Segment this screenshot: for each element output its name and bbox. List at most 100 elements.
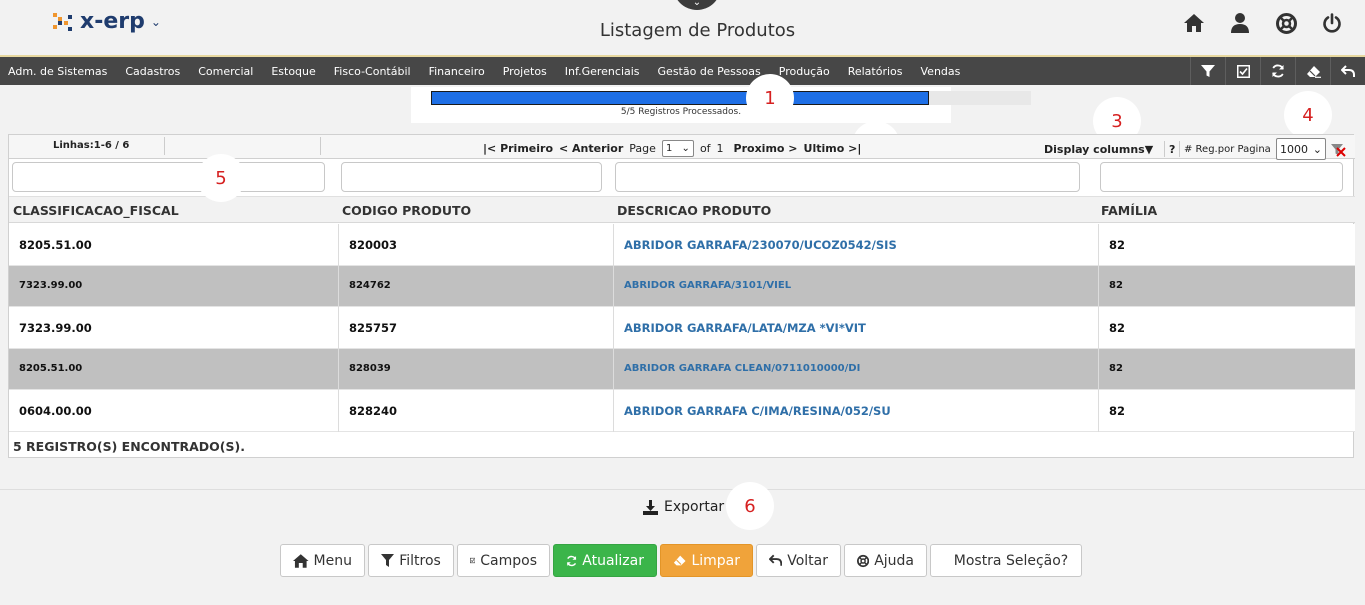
checkbox-icon xyxy=(470,557,476,564)
progress-label: 5/5 Registros Processados. xyxy=(620,107,742,117)
page-select[interactable]: 1 ⌄ xyxy=(661,140,694,157)
display-columns-dropdown[interactable]: Display columns▼ xyxy=(1044,143,1153,156)
cell-codigo: 824762 xyxy=(349,280,391,291)
voltar-button-label: Voltar xyxy=(787,552,828,569)
table-row[interactable]: 0604.00.00 828240 ABRIDOR GARRAFA C/IMA/RE… xyxy=(9,390,1355,432)
filter-input-descricao[interactable] xyxy=(615,162,1080,192)
table-row[interactable]: 8205.51.00 820003 ABRIDOR GARRAFA/230070/U… xyxy=(9,224,1355,266)
export-button[interactable]: Exportar xyxy=(643,499,724,515)
action-button-bar: Menu Filtros Campos Atualizar Limpar Vol… xyxy=(280,544,1082,577)
campos-button[interactable]: Campos xyxy=(457,544,550,577)
atualizar-button-label: Atualizar xyxy=(582,552,644,569)
table-header: CLASSIFICACAO_FISCAL CODIGO PRODUTO DESC… xyxy=(9,197,1355,223)
menu-item-financeiro[interactable]: Financeiro xyxy=(421,65,495,78)
home-icon[interactable] xyxy=(1181,10,1207,36)
refresh-icon xyxy=(566,555,577,566)
next-page-link[interactable]: Proximo > xyxy=(734,142,798,155)
table-row[interactable]: 8205.51.00 828039 ABRIDOR GARRAFA CLEAN/07… xyxy=(9,349,1355,390)
total-pages: 1 xyxy=(716,142,724,155)
column-header-codigo[interactable]: CODIGO PRODUTO xyxy=(342,203,471,218)
cell-classificacao: 7323.99.00 xyxy=(19,321,92,335)
cell-codigo: 825757 xyxy=(349,321,398,335)
chevron-down-icon: ⌄ xyxy=(692,0,702,8)
export-label: Exportar xyxy=(664,499,725,515)
cell-descricao[interactable]: ABRIDOR GARRAFA/3101/VIEL xyxy=(624,280,791,291)
checkbox-icon[interactable] xyxy=(1225,57,1260,85)
menu-button-label: Menu xyxy=(313,552,352,569)
cell-codigo: 828039 xyxy=(349,363,391,374)
first-page-link[interactable]: |< Primeiro xyxy=(483,142,553,155)
filter-icon xyxy=(381,554,395,567)
cell-classificacao: 8205.51.00 xyxy=(19,363,83,374)
menu-item-relatorios[interactable]: Relatórios xyxy=(840,65,913,78)
power-icon[interactable] xyxy=(1319,10,1345,36)
table-row[interactable]: 7323.99.00 824762 ABRIDOR GARRAFA/3101/VIE… xyxy=(9,266,1355,307)
annotation-badge-4: 4 xyxy=(1284,91,1332,139)
menu-item-projetos[interactable]: Projetos xyxy=(495,65,557,78)
filtros-button-label: Filtros xyxy=(399,552,441,569)
filter-icon[interactable] xyxy=(1190,57,1225,85)
column-header-classificacao[interactable]: CLASSIFICACAO_FISCAL xyxy=(13,203,179,218)
cell-descricao[interactable]: ABRIDOR GARRAFA/LATA/MZA *VI*VIT xyxy=(624,321,866,335)
help-lifebuoy-icon[interactable] xyxy=(1273,10,1299,36)
annotation-badge-6: 6 xyxy=(726,482,774,530)
help-lifebuoy-icon xyxy=(857,554,870,567)
menu-button[interactable]: Menu xyxy=(280,544,365,577)
cell-descricao[interactable]: ABRIDOR GARRAFA C/IMA/RESINA/052/SU xyxy=(624,404,891,418)
cell-familia: 82 xyxy=(1109,363,1123,374)
cell-codigo: 820003 xyxy=(349,238,398,252)
menu-item-producao[interactable]: Produção xyxy=(771,65,840,78)
cell-familia: 82 xyxy=(1109,321,1126,335)
cell-familia: 82 xyxy=(1109,404,1126,418)
page-select-value: 1 xyxy=(665,143,673,154)
chevron-down-icon: ⌄ xyxy=(1312,142,1322,156)
annotation-badge-5: 5 xyxy=(197,154,245,202)
mostra-selecao-button[interactable]: Mostra Seleção? xyxy=(930,544,1082,577)
collapse-tab[interactable]: ⌄ xyxy=(673,0,721,10)
menu-item-inf-gerenciais[interactable]: Inf.Gerenciais xyxy=(557,65,650,78)
reg-per-page-value: 1000 xyxy=(1280,142,1308,156)
limpar-button[interactable]: Limpar xyxy=(660,544,753,577)
progress-bar-fill xyxy=(431,91,929,105)
progress-bar xyxy=(431,91,1031,105)
undo-icon[interactable] xyxy=(1330,57,1365,85)
cell-codigo: 828240 xyxy=(349,404,398,418)
prev-page-link[interactable]: < Anterior xyxy=(559,142,623,155)
menu-item-gestao-pessoas[interactable]: Gestão de Pessoas xyxy=(650,65,771,78)
column-header-descricao[interactable]: DESCRICAO PRODUTO xyxy=(617,203,771,218)
menu-item-cadastros[interactable]: Cadastros xyxy=(117,65,190,78)
voltar-button[interactable]: Voltar xyxy=(756,544,841,577)
menu-item-comercial[interactable]: Comercial xyxy=(190,65,263,78)
filter-input-classificacao[interactable] xyxy=(12,162,325,192)
filtros-button[interactable]: Filtros xyxy=(368,544,454,577)
main-menu-bar: Adm. de Sistemas Cadastros Comercial Est… xyxy=(0,55,1365,85)
menu-item-vendas[interactable]: Vendas xyxy=(913,65,971,78)
menu-item-fisco-contabil[interactable]: Fisco-Contábil xyxy=(326,65,421,78)
help-button[interactable]: ? xyxy=(1169,143,1175,156)
limpar-button-label: Limpar xyxy=(691,552,740,569)
lines-count: Linhas:1-6 / 6 xyxy=(53,140,130,151)
cell-descricao[interactable]: ABRIDOR GARRAFA/230070/UCOZ0542/SIS xyxy=(624,238,897,252)
chevron-down-icon: ⌄ xyxy=(681,143,690,154)
app-header: x-erp ⌄ ⌄ Listagem de Produtos xyxy=(0,0,1365,55)
download-icon xyxy=(643,499,658,515)
atualizar-button[interactable]: Atualizar xyxy=(553,544,657,577)
filter-input-codigo[interactable] xyxy=(341,162,602,192)
mostra-selecao-label: Mostra Seleção? xyxy=(953,552,1069,569)
menu-item-adm-sistemas[interactable]: Adm. de Sistemas xyxy=(0,65,117,78)
cell-familia: 82 xyxy=(1109,280,1123,291)
column-header-familia[interactable]: FAMÍLIA xyxy=(1101,203,1157,218)
cell-descricao[interactable]: ABRIDOR GARRAFA CLEAN/0711010000/DI xyxy=(624,363,860,374)
menu-item-estoque[interactable]: Estoque xyxy=(263,65,325,78)
eraser-icon[interactable] xyxy=(1295,57,1330,85)
last-page-link[interactable]: Ultimo >| xyxy=(804,142,862,155)
user-icon[interactable] xyxy=(1227,10,1253,36)
refresh-icon[interactable] xyxy=(1260,57,1295,85)
ajuda-button[interactable]: Ajuda xyxy=(844,544,927,577)
reg-per-page-label: # Reg.por Pagina xyxy=(1184,144,1271,155)
page-title: Listagem de Produtos xyxy=(599,20,796,41)
reg-per-page-select[interactable]: 1000 ⌄ xyxy=(1276,138,1326,160)
progress-panel: 5/5 Registros Processados. xyxy=(411,87,1031,123)
filter-input-familia[interactable] xyxy=(1100,162,1343,192)
table-row[interactable]: 7323.99.00 825757 ABRIDOR GARRAFA/LATA/MZA… xyxy=(9,307,1355,349)
